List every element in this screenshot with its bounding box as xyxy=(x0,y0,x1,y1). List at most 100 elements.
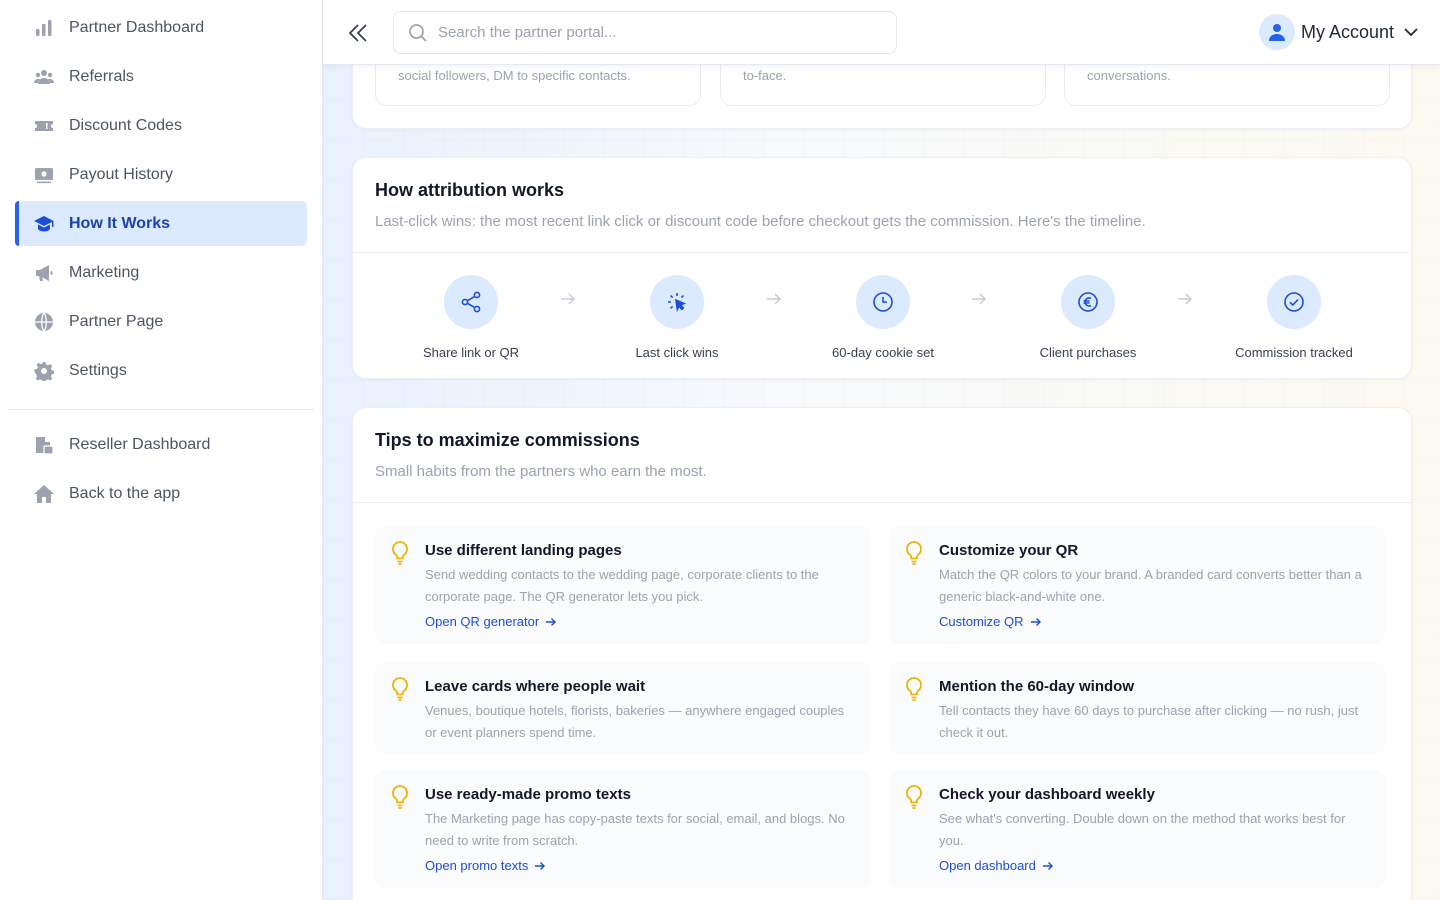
timeline-step: Commission tracked xyxy=(1204,275,1384,360)
search-icon xyxy=(409,23,427,42)
sidebar-item-partner-page[interactable]: Partner Page xyxy=(15,299,307,344)
tip-item: Use ready-made promo texts The Marketing… xyxy=(375,770,871,888)
sidebar-item-label: Discount Codes xyxy=(69,116,182,134)
megaphone-icon xyxy=(33,262,55,284)
tip-description: Match the QR colors to your brand. A bra… xyxy=(939,567,1362,604)
sidebar-item-label: Back to the app xyxy=(69,484,181,502)
timeline-step-label: Share link or QR xyxy=(422,345,520,360)
open-promo-texts-link[interactable]: Open promo texts xyxy=(425,858,546,873)
sidebar-item-label: Marketing xyxy=(69,263,140,281)
tips-card: Tips to maximize commissions Small habit… xyxy=(352,407,1412,900)
ticket-icon xyxy=(33,115,55,137)
search-input[interactable] xyxy=(438,24,858,41)
timeline-step: Share link or QR xyxy=(381,275,561,360)
tip-item: Mention the 60-day window Tell contacts … xyxy=(889,662,1385,754)
main-content: social followers, DM to specific contact… xyxy=(323,0,1440,900)
sidebar-item-label: Payout History xyxy=(69,165,174,183)
timeline-step: Client purchases xyxy=(998,275,1178,360)
share-method-desc: social followers, DM to specific contact… xyxy=(398,68,631,83)
sidebar-nav: Partner Dashboard Referrals Discount Cod… xyxy=(0,0,322,516)
users-icon xyxy=(33,66,55,88)
arrow-right-icon xyxy=(546,617,557,626)
euro-icon xyxy=(1061,275,1115,329)
tip-title: Mention the 60-day window xyxy=(939,678,1135,695)
link-label: Open QR generator xyxy=(425,614,540,629)
sidebar-item-label: Partner Dashboard xyxy=(69,18,205,36)
share-icon xyxy=(444,275,498,329)
lightbulb-icon xyxy=(906,541,922,565)
tip-item: Use different landing pages Send wedding… xyxy=(375,526,871,644)
link-label: Open promo texts xyxy=(425,858,529,873)
tip-title: Check your dashboard weekly xyxy=(939,786,1155,803)
share-method-desc: conversations. xyxy=(1087,68,1171,83)
collapse-sidebar-button[interactable] xyxy=(345,20,371,46)
sidebar-item-marketing[interactable]: Marketing xyxy=(15,250,307,295)
cursor-click-icon xyxy=(650,275,704,329)
user-icon xyxy=(1268,24,1285,41)
globe-icon xyxy=(33,311,55,333)
arrow-right-icon xyxy=(767,293,782,305)
bar-chart-icon xyxy=(33,17,55,39)
timeline-step: Last click wins xyxy=(587,275,767,360)
tip-title: Leave cards where people wait xyxy=(425,678,646,695)
timeline-step-label: Commission tracked xyxy=(1235,345,1353,360)
home-icon xyxy=(33,483,55,505)
arrow-right-icon xyxy=(1042,861,1053,870)
sidebar-item-back-to-app[interactable]: Back to the app xyxy=(15,471,307,516)
tip-title: Use different landing pages xyxy=(425,542,622,559)
sidebar-item-reseller-dashboard[interactable]: Reseller Dashboard xyxy=(15,422,307,467)
tip-description: Venues, boutique hotels, florists, baker… xyxy=(425,703,845,740)
clock-icon xyxy=(856,275,910,329)
tips-title: Tips to maximize commissions xyxy=(375,430,640,450)
tip-description: Send wedding contacts to the wedding pag… xyxy=(425,567,819,604)
money-bill-icon xyxy=(33,164,55,186)
customize-qr-link[interactable]: Customize QR xyxy=(939,614,1042,629)
sidebar: Partner Dashboard Referrals Discount Cod… xyxy=(0,0,323,900)
arrow-right-icon xyxy=(535,861,546,870)
timeline-step-label: 60-day cookie set xyxy=(832,345,934,360)
card-divider xyxy=(353,252,1411,253)
reseller-chart-icon xyxy=(33,434,55,456)
sidebar-item-how-it-works[interactable]: How It Works xyxy=(15,201,307,246)
attribution-subtitle: Last-click wins: the most recent link cl… xyxy=(375,213,1146,230)
tip-description: Tell contacts they have 60 days to purch… xyxy=(939,703,1359,740)
tip-item: Leave cards where people wait Venues, bo… xyxy=(375,662,871,754)
arrow-right-icon xyxy=(561,293,576,305)
lightbulb-icon xyxy=(392,541,408,565)
tip-item: Check your dashboard weekly See what's c… xyxy=(889,770,1385,888)
double-chevron-left-icon xyxy=(348,24,367,42)
timeline-step: 60-day cookie set xyxy=(793,275,973,360)
sidebar-item-payout-history[interactable]: Payout History xyxy=(15,152,307,197)
lightbulb-icon xyxy=(906,785,922,809)
account-menu-button[interactable]: My Account xyxy=(1258,14,1420,50)
tip-title: Use ready-made promo texts xyxy=(425,786,631,803)
sidebar-item-settings[interactable]: Settings xyxy=(15,348,307,393)
sidebar-item-discount-codes[interactable]: Discount Codes xyxy=(15,103,307,148)
search-box xyxy=(393,11,897,54)
tip-description: See what's converting. Double down on th… xyxy=(939,811,1346,848)
chevron-down-icon xyxy=(1404,28,1418,37)
sidebar-item-label: Reseller Dashboard xyxy=(69,435,211,453)
tip-item: Customize your QR Match the QR colors to… xyxy=(889,526,1385,644)
open-dashboard-link[interactable]: Open dashboard xyxy=(939,858,1054,873)
card-divider xyxy=(353,502,1411,503)
tips-subtitle: Small habits from the partners who earn … xyxy=(375,463,707,480)
tip-title: Customize your QR xyxy=(939,542,1079,559)
sidebar-item-partner-dashboard[interactable]: Partner Dashboard xyxy=(15,5,307,50)
attribution-title: How attribution works xyxy=(375,180,564,200)
link-label: Open dashboard xyxy=(939,858,1036,873)
graduation-cap-icon xyxy=(33,213,55,235)
sidebar-divider xyxy=(8,409,314,410)
link-label: Customize QR xyxy=(939,614,1024,629)
tip-description: The Marketing page has copy-paste texts … xyxy=(425,811,845,848)
check-circle-icon xyxy=(1267,275,1321,329)
arrow-right-icon xyxy=(1178,293,1193,305)
sidebar-item-label: Settings xyxy=(69,361,127,379)
sidebar-item-referrals[interactable]: Referrals xyxy=(15,54,307,99)
open-qr-generator-link[interactable]: Open QR generator xyxy=(425,614,557,629)
sidebar-item-label: How It Works xyxy=(69,214,171,232)
top-header: My Account xyxy=(323,0,1440,65)
lightbulb-icon xyxy=(392,677,408,701)
gear-icon xyxy=(33,360,55,382)
sidebar-item-label: Referrals xyxy=(69,67,134,85)
